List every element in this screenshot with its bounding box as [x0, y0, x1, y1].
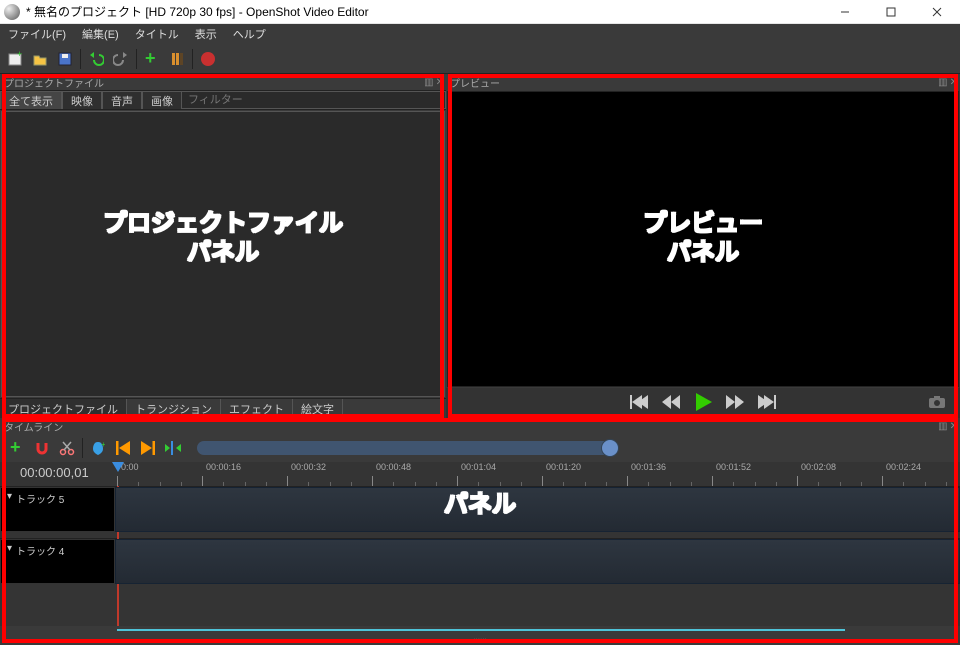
timeline-panel: タイムライン ▥ ✕ + + 00:00:00,01 0:0000:00:160… [0, 418, 960, 645]
timeline-ruler[interactable]: 00:00:00,01 0:0000:00:1600:00:3200:00:48… [0, 462, 960, 486]
menu-edit[interactable]: 編集(E) [74, 24, 127, 44]
track-label[interactable]: ▾ トラック 4 [0, 539, 115, 584]
timeline-resize-handle[interactable]: ∙∙∙∙∙∙ [0, 634, 960, 642]
project-files-area[interactable]: プロジェクトファイル パネル [1, 111, 445, 397]
tab-transitions[interactable]: トランジション [127, 399, 221, 418]
window-titlebar: * 無名のプロジェクト [HD 720p 30 fps] - OpenShot … [0, 0, 960, 24]
close-button[interactable] [914, 0, 960, 24]
window-title: * 無名のプロジェクト [HD 720p 30 fps] - OpenShot … [26, 3, 822, 20]
filter-tab-all[interactable]: 全て表示 [0, 91, 62, 109]
undo-button[interactable] [85, 48, 107, 70]
snapshot-icon[interactable] [928, 395, 946, 412]
track-label[interactable]: ▾ トラック 5 [0, 487, 115, 532]
snap-button[interactable] [31, 437, 53, 459]
redo-button[interactable] [110, 48, 132, 70]
add-marker-button[interactable]: + [87, 437, 109, 459]
main-toolbar: + + [0, 44, 960, 74]
open-project-button[interactable] [29, 48, 51, 70]
tab-effects[interactable]: エフェクト [221, 399, 293, 418]
playback-controls [446, 388, 960, 418]
app-icon [4, 4, 20, 20]
svg-text:+: + [17, 51, 22, 59]
timeline-toolbar: + + [0, 434, 960, 462]
svg-text:+: + [10, 439, 21, 457]
preview-panel-title: プレビュー [450, 75, 500, 90]
timeline-undock-icon[interactable]: ▥ [938, 421, 947, 432]
annotation-preview-line2: パネル [448, 239, 958, 268]
svg-text:+: + [101, 440, 105, 449]
annotation-project-line1: プロジェクトファイル [2, 210, 444, 239]
project-files-panel-header: プロジェクトファイル ▥ ✕ [0, 74, 446, 90]
razor-button[interactable] [56, 437, 78, 459]
preview-panel-header: プレビュー ▥ ✕ [446, 74, 960, 90]
jump-end-icon[interactable] [758, 395, 776, 412]
timecode-display: 00:00:00,01 [20, 465, 89, 480]
maximize-button[interactable] [868, 0, 914, 24]
profile-button[interactable] [166, 48, 188, 70]
track-body[interactable] [115, 539, 960, 584]
add-track-button[interactable]: + [6, 437, 28, 459]
preview-viewport[interactable]: プレビュー パネル [447, 91, 959, 387]
menu-file[interactable]: ファイル(F) [0, 24, 74, 44]
track-name: トラック 5 [16, 491, 64, 506]
zoom-handle[interactable] [601, 439, 619, 457]
menu-view[interactable]: 表示 [187, 24, 225, 44]
track-body[interactable] [115, 487, 960, 532]
filter-input[interactable] [182, 91, 446, 109]
filter-tab-image[interactable]: 画像 [142, 91, 182, 109]
timeline-panel-header: タイムライン ▥ ✕ [0, 418, 960, 434]
chevron-down-icon[interactable]: ▾ [7, 543, 12, 554]
new-project-button[interactable]: + [4, 48, 26, 70]
svg-text:+: + [145, 50, 156, 68]
timeline-close-icon[interactable]: ✕ [950, 421, 958, 432]
track-name: トラック 4 [16, 543, 64, 558]
annotation-preview-line1: プレビュー [448, 210, 958, 239]
chevron-down-icon[interactable]: ▾ [7, 491, 12, 502]
export-button[interactable] [197, 48, 219, 70]
filter-tab-audio[interactable]: 音声 [102, 91, 142, 109]
project-files-panel: プロジェクトファイル ▥ ✕ 全て表示 映像 音声 画像 プロジェクトファイル … [0, 74, 446, 418]
save-project-button[interactable] [54, 48, 76, 70]
prev-marker-button[interactable] [112, 437, 134, 459]
tab-emoji[interactable]: 絵文字 [293, 399, 343, 418]
import-files-button[interactable]: + [141, 48, 163, 70]
preview-close-icon[interactable]: ✕ [950, 77, 958, 88]
minimize-button[interactable] [822, 0, 868, 24]
menubar: ファイル(F) 編集(E) タイトル 表示 ヘルプ [0, 24, 960, 44]
tab-project-files[interactable]: プロジェクトファイル [0, 399, 127, 418]
rewind-icon[interactable] [662, 395, 680, 412]
next-marker-button[interactable] [137, 437, 159, 459]
timeline-tracks[interactable]: ▾ トラック 5 ▾ トラック 4 タイムライン パネル [0, 486, 960, 626]
track-row: ▾ トラック 4 [0, 538, 960, 584]
zoom-slider[interactable] [197, 441, 617, 455]
jump-start-icon[interactable] [630, 395, 648, 412]
center-playhead-button[interactable] [162, 437, 184, 459]
filter-tab-video[interactable]: 映像 [62, 91, 102, 109]
play-icon[interactable] [694, 393, 712, 414]
fastforward-icon[interactable] [726, 395, 744, 412]
undock-icon[interactable]: ▥ [424, 77, 433, 88]
track-row: ▾ トラック 5 [0, 486, 960, 532]
close-panel-icon[interactable]: ✕ [436, 77, 444, 88]
timeline-panel-title: タイムライン [4, 419, 63, 434]
annotation-project-line2: パネル [2, 239, 444, 268]
menu-title[interactable]: タイトル [127, 24, 187, 44]
project-files-panel-title: プロジェクトファイル [4, 75, 104, 90]
menu-help[interactable]: ヘルプ [225, 24, 274, 44]
preview-undock-icon[interactable]: ▥ [938, 77, 947, 88]
playhead-icon[interactable] [112, 462, 124, 472]
preview-panel: プレビュー ▥ ✕ プレビュー パネル [446, 74, 960, 418]
